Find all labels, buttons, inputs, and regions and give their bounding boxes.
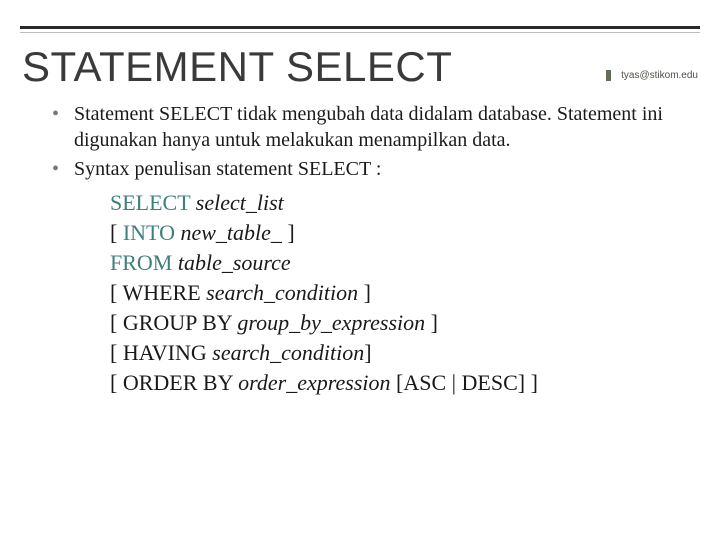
syntax-line: SELECT select_list	[110, 188, 668, 218]
keyword-from: FROM	[110, 250, 178, 275]
placeholder: select_list	[196, 190, 284, 215]
slide-title: STATEMENT SELECT	[22, 43, 452, 91]
keyword-select: SELECT	[110, 190, 196, 215]
bullet-list: Statement SELECT tidak mengubah data did…	[52, 101, 668, 182]
bracket: [	[110, 370, 123, 395]
syntax-line: [ INTO new_table_ ]	[110, 218, 668, 248]
placeholder: order_expression	[238, 370, 396, 395]
keyword-orderby: ORDER BY	[123, 370, 238, 395]
bracket: ]	[287, 220, 294, 245]
bracket: [	[110, 220, 123, 245]
bracket: ]	[364, 340, 371, 365]
email-block: tyas@stikom.edu	[606, 70, 698, 81]
keyword-having: HAVING	[123, 340, 212, 365]
top-rule-dark	[20, 26, 700, 29]
keyword-into: INTO	[123, 220, 181, 245]
keyword-where: WHERE	[122, 280, 206, 305]
bracket: ]	[364, 280, 371, 305]
placeholder: new_table_	[180, 220, 287, 245]
syntax-block: SELECT select_list [ INTO new_table_ ] F…	[110, 188, 668, 397]
placeholder: table_source	[178, 250, 291, 275]
placeholder: search_condition	[212, 340, 364, 365]
slide-header: STATEMENT SELECT tyas@stikom.edu	[0, 33, 720, 93]
bullet-item: Syntax penulisan statement SELECT :	[52, 156, 668, 182]
syntax-tail: [ASC | DESC] ]	[396, 370, 538, 395]
bracket: [	[110, 310, 123, 335]
bracket: ]	[431, 310, 438, 335]
placeholder: group_by_expression	[237, 310, 430, 335]
syntax-line: [ WHERE search_condition ]	[110, 278, 668, 308]
slide-body: Statement SELECT tidak mengubah data did…	[0, 93, 720, 398]
syntax-line: [ HAVING search_condition]	[110, 338, 668, 368]
placeholder: search_condition	[206, 280, 363, 305]
bracket: [	[110, 280, 122, 305]
email-text: tyas@stikom.edu	[621, 70, 698, 81]
syntax-line: [ ORDER BY order_expression [ASC | DESC]…	[110, 368, 668, 398]
syntax-line: [ GROUP BY group_by_expression ]	[110, 308, 668, 338]
syntax-line: FROM table_source	[110, 248, 668, 278]
bullet-item: Statement SELECT tidak mengubah data did…	[52, 101, 668, 154]
keyword-groupby: GROUP BY	[123, 310, 238, 335]
bracket: [	[110, 340, 123, 365]
